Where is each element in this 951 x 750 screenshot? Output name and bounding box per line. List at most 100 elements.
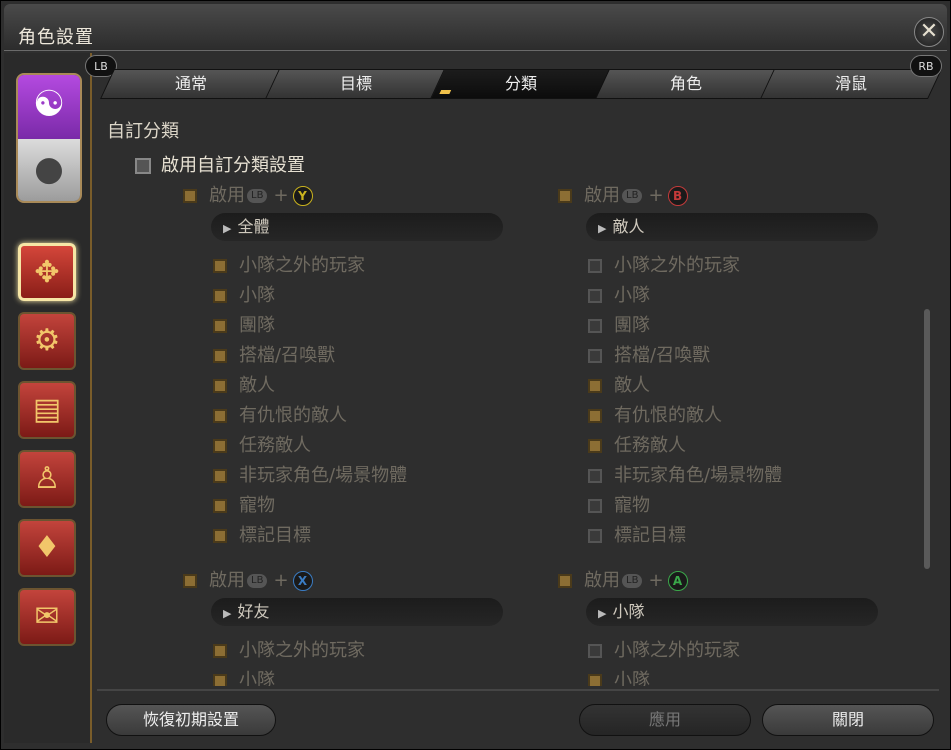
filter-item[interactable]: 非玩家角色/場景物體	[588, 461, 782, 487]
filter-item-checkbox[interactable]	[213, 529, 227, 543]
filter-item-checkbox[interactable]	[588, 379, 602, 393]
dropdown-value: 敵人	[612, 217, 645, 236]
master-checkbox[interactable]	[135, 158, 151, 174]
dropdown-value: 好友	[237, 602, 270, 621]
filter-item-label: 小隊	[239, 285, 275, 306]
filter-item-checkbox[interactable]	[213, 409, 227, 423]
tab-normal[interactable]: 通常	[100, 69, 282, 99]
filter-item-checkbox[interactable]	[213, 259, 227, 273]
master-toggle[interactable]: 啟用自訂分類設置	[135, 151, 305, 177]
group-enable-checkbox[interactable]	[558, 189, 572, 203]
filter-item-checkbox[interactable]	[213, 674, 227, 686]
filter-item[interactable]: 小隊之外的玩家	[588, 636, 740, 662]
tab-bar: LB 通常 目標 分類 角色 滑鼠 RB	[85, 55, 942, 101]
filter-item-checkbox[interactable]	[588, 499, 602, 513]
filter-item-checkbox[interactable]	[588, 319, 602, 333]
target-settings-icon[interactable]: ✥	[18, 243, 76, 301]
close-button[interactable]: 關閉	[762, 704, 934, 736]
filter-item[interactable]: 團隊	[588, 311, 650, 337]
filter-item-checkbox[interactable]	[588, 289, 602, 303]
group-enable-toggle[interactable]: 啟用 LB + X	[183, 566, 313, 592]
filter-item-checkbox[interactable]	[588, 469, 602, 483]
filter-item[interactable]: 寵物	[588, 491, 650, 517]
filter-item[interactable]: 敵人	[588, 371, 650, 397]
reset-button[interactable]: 恢復初期設置	[106, 704, 276, 736]
filter-item[interactable]: 敵人	[213, 371, 275, 397]
filter-item[interactable]: 任務敵人	[213, 431, 311, 457]
filter-item[interactable]: 有仇恨的敵人	[213, 401, 347, 427]
tab-character[interactable]: 角色	[595, 69, 777, 99]
filter-item-checkbox[interactable]	[588, 439, 602, 453]
dropdown-arrow-icon: ▶	[598, 607, 607, 620]
lb-button-icon: LB	[622, 189, 643, 203]
chat-settings-icon[interactable]: ✉	[18, 588, 76, 646]
card-settings-icon[interactable]: ▤	[18, 381, 76, 439]
character-settings-icon[interactable]: ♙	[18, 450, 76, 508]
tab-classification[interactable]: 分類	[430, 69, 612, 99]
filter-item-checkbox[interactable]	[213, 379, 227, 393]
group-enable-toggle[interactable]: 啟用 LB + Y	[183, 181, 313, 207]
filter-item-checkbox[interactable]	[588, 409, 602, 423]
filter-item-checkbox[interactable]	[213, 499, 227, 513]
controller-x-button-icon: X	[292, 571, 313, 591]
filter-item-checkbox[interactable]	[588, 529, 602, 543]
filter-item-checkbox[interactable]	[213, 644, 227, 658]
lb-button-icon: LB	[622, 574, 643, 588]
group-enable-label: 啟用	[209, 185, 245, 206]
filter-item-checkbox[interactable]	[588, 259, 602, 273]
category-dropdown[interactable]: ▶ 敵人	[586, 213, 878, 241]
filter-item[interactable]: 小隊	[588, 666, 650, 686]
master-label: 啟用自訂分類設置	[161, 155, 305, 176]
filter-item-label: 寵物	[614, 495, 650, 516]
filter-item[interactable]: 寵物	[213, 491, 275, 517]
filter-item-label: 非玩家角色/場景物體	[614, 465, 783, 486]
filter-item[interactable]: 任務敵人	[588, 431, 686, 457]
filter-item[interactable]: 標記目標	[213, 521, 311, 547]
dropdown-value: 全體	[237, 217, 270, 236]
category-dropdown[interactable]: ▶ 小隊	[586, 598, 878, 626]
filter-item-label: 團隊	[614, 315, 650, 336]
filter-item[interactable]: 小隊	[588, 281, 650, 307]
scrollbar[interactable]	[924, 309, 930, 569]
filter-item[interactable]: 小隊之外的玩家	[213, 251, 365, 277]
filter-item[interactable]: 小隊	[213, 666, 275, 686]
filter-item[interactable]: 小隊之外的玩家	[588, 251, 740, 277]
group-enable-toggle[interactable]: 啟用 LB + A	[558, 566, 688, 592]
group-enable-checkbox[interactable]	[183, 574, 197, 588]
mouse-icon[interactable]: ●	[18, 139, 80, 201]
close-icon[interactable]: ✕	[914, 17, 944, 47]
group-enable-checkbox[interactable]	[183, 189, 197, 203]
category-dropdown[interactable]: ▶ 全體	[211, 213, 503, 241]
filter-item[interactable]: 小隊	[213, 281, 275, 307]
filter-item-checkbox[interactable]	[588, 644, 602, 658]
device-toggle[interactable]: ☯ ●	[16, 73, 82, 203]
group-enable-checkbox[interactable]	[558, 574, 572, 588]
side-panel: ☯ ● ✥ ⚙ ▤ ♙ ♦ ✉	[4, 53, 92, 743]
filter-item-label: 小隊之外的玩家	[614, 255, 740, 276]
filter-item[interactable]: 團隊	[213, 311, 275, 337]
filter-item-checkbox[interactable]	[213, 319, 227, 333]
filter-item-checkbox[interactable]	[213, 289, 227, 303]
category-dropdown[interactable]: ▶ 好友	[211, 598, 503, 626]
plus-sign: +	[648, 185, 664, 206]
filter-item-checkbox[interactable]	[588, 349, 602, 363]
filter-item-checkbox[interactable]	[213, 349, 227, 363]
filter-item[interactable]: 標記目標	[588, 521, 686, 547]
tab-target[interactable]: 目標	[265, 69, 447, 99]
apply-button[interactable]: 應用	[579, 704, 751, 736]
section-title: 自訂分類	[107, 121, 179, 142]
hotbar-settings-icon[interactable]: ♦	[18, 519, 76, 577]
items-settings-icon[interactable]: ⚙	[18, 312, 76, 370]
filter-item-checkbox[interactable]	[213, 439, 227, 453]
filter-item-label: 小隊之外的玩家	[239, 255, 365, 276]
filter-item[interactable]: 搭檔/召喚獸	[588, 341, 710, 367]
controller-a-button-icon: A	[667, 571, 688, 591]
gamepad-icon[interactable]: ☯	[18, 75, 80, 139]
filter-item-checkbox[interactable]	[213, 469, 227, 483]
filter-item[interactable]: 非玩家角色/場景物體	[213, 461, 407, 487]
filter-item-checkbox[interactable]	[588, 674, 602, 686]
group-enable-toggle[interactable]: 啟用 LB + B	[558, 181, 688, 207]
filter-item[interactable]: 小隊之外的玩家	[213, 636, 365, 662]
filter-item[interactable]: 有仇恨的敵人	[588, 401, 722, 427]
filter-item[interactable]: 搭檔/召喚獸	[213, 341, 335, 367]
